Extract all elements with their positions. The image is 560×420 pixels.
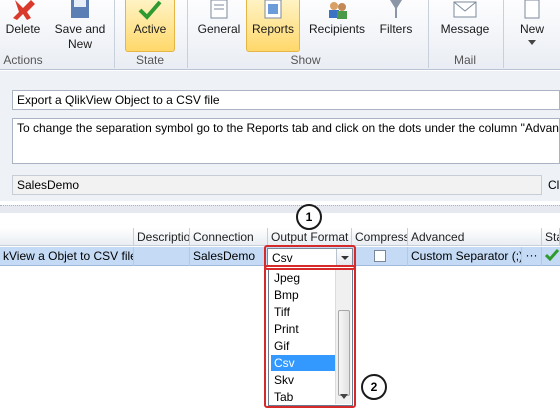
message-button[interactable]: Message	[436, 0, 494, 52]
reports-icon	[264, 0, 282, 19]
save-and-new-label: Save and New	[54, 22, 106, 51]
active-label: Active	[133, 22, 167, 36]
save-and-new-button[interactable]: Save and New	[50, 0, 110, 52]
advanced-more-button[interactable]: ···	[522, 247, 542, 266]
col-header-name[interactable]	[0, 228, 134, 246]
reports-label: Reports	[251, 22, 295, 36]
new-label: New	[519, 22, 544, 36]
col-header-description[interactable]: Descriptio	[134, 228, 190, 246]
delete-icon	[13, 0, 35, 20]
ribbon-toolbar: Delete Save and New Actions Active State…	[0, 0, 560, 70]
ribbon-separator	[187, 0, 188, 68]
recipients-button[interactable]: Recipients	[306, 0, 368, 52]
save-and-new-icon	[71, 0, 89, 18]
check-icon	[544, 249, 560, 262]
row-status	[542, 247, 560, 266]
group-show: Show	[290, 53, 321, 67]
document-field: SalesDemo	[12, 175, 542, 195]
group-state: State	[135, 53, 165, 67]
general-button[interactable]: General	[195, 0, 243, 52]
field-label: Cl	[548, 178, 560, 192]
reports-button[interactable]: Reports	[246, 0, 300, 52]
new-icon	[524, 0, 540, 19]
ribbon-separator	[428, 0, 429, 68]
group-mail: Mail	[453, 53, 476, 67]
filters-label: Filters	[379, 22, 413, 36]
col-header-status[interactable]: Sta	[542, 228, 560, 246]
col-header-advanced[interactable]: Advanced	[408, 228, 542, 246]
callout-1: 1	[296, 204, 322, 230]
check-icon	[138, 0, 162, 20]
message-label: Message	[440, 22, 490, 36]
recipients-icon	[329, 2, 347, 19]
callout-2: 2	[361, 374, 387, 400]
splitter[interactable]	[0, 205, 560, 213]
row-connection: SalesDemo	[190, 247, 268, 266]
highlight-box	[264, 265, 356, 408]
delete-label: Delete	[5, 22, 41, 36]
chevron-down-icon	[528, 40, 536, 45]
delete-button[interactable]: Delete	[2, 0, 44, 52]
filter-icon	[390, 0, 402, 18]
recipients-label: Recipients	[308, 22, 366, 36]
row-description	[134, 247, 190, 266]
row-name: kView a Objet to CSV files	[0, 247, 134, 266]
filters-button[interactable]: Filters	[376, 0, 416, 52]
group-actions: Actions	[3, 53, 43, 67]
new-button[interactable]: New	[512, 0, 552, 52]
col-header-connection[interactable]: Connection	[190, 228, 268, 246]
col-header-compress[interactable]: Compress	[352, 228, 408, 246]
row-compress	[352, 247, 408, 266]
compress-checkbox[interactable]	[374, 250, 386, 262]
col-header-output-format[interactable]: Output Format	[268, 228, 352, 246]
row-advanced: Custom Separator (;)	[408, 247, 522, 266]
general-icon	[210, 0, 228, 19]
ribbon-separator	[503, 0, 504, 68]
active-button[interactable]: Active	[125, 0, 175, 52]
body-field[interactable]: To change the separation symbol go to th…	[12, 118, 560, 164]
envelope-icon	[453, 1, 477, 18]
subject-field[interactable]: Export a QlikView Object to a CSV file	[12, 90, 560, 110]
ribbon-separator	[114, 0, 115, 68]
general-label: General	[197, 22, 241, 36]
